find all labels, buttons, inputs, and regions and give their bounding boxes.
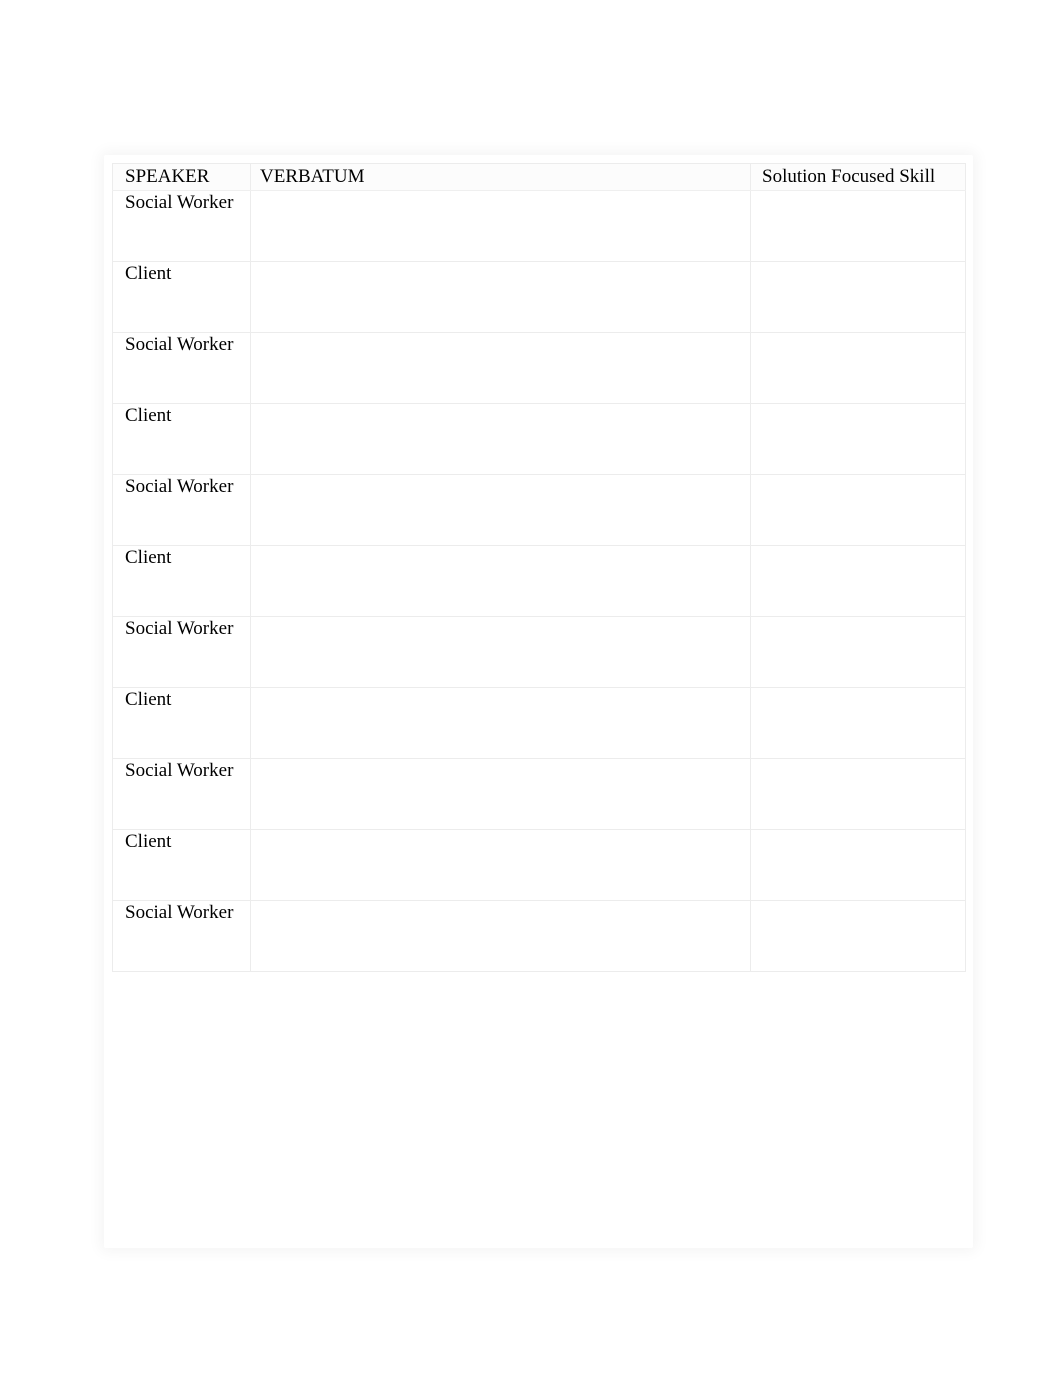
skill-text: [751, 191, 965, 209]
speaker-cell: Social Worker: [112, 900, 251, 972]
verbatum-cell[interactable]: [250, 616, 751, 688]
verbatum-text: [251, 617, 750, 635]
table-row: Social Worker: [112, 190, 966, 262]
verbatum-text: [251, 262, 750, 280]
skill-text: [751, 333, 965, 351]
verbatum-text: [251, 830, 750, 848]
column-header-verbatum: VERBATUM: [250, 163, 751, 191]
speaker-cell: Client: [112, 261, 251, 333]
column-header-verbatum-label: VERBATUM: [260, 166, 365, 187]
skill-text: [751, 759, 965, 777]
speaker-label: Client: [125, 547, 172, 568]
table-header-row: SPEAKER VERBATUM Solution Focused Skill: [112, 163, 966, 191]
speaker-label: Social Worker: [125, 902, 234, 923]
verbatum-cell[interactable]: [250, 545, 751, 617]
verbatum-cell[interactable]: [250, 474, 751, 546]
speaker-cell: Client: [112, 403, 251, 475]
column-header-speaker: SPEAKER: [112, 163, 251, 191]
skill-text: [751, 546, 965, 564]
table-row: Client: [112, 687, 966, 759]
skill-text: [751, 262, 965, 280]
verbatum-text: [251, 475, 750, 493]
speaker-label: Social Worker: [125, 760, 234, 781]
speaker-cell: Client: [112, 545, 251, 617]
verbatum-text: [251, 546, 750, 564]
skill-cell[interactable]: [750, 545, 966, 617]
speaker-label: Client: [125, 689, 172, 710]
skill-cell[interactable]: [750, 829, 966, 901]
speaker-cell: Social Worker: [112, 332, 251, 404]
skill-cell[interactable]: [750, 687, 966, 759]
verbatum-text: [251, 688, 750, 706]
table-body: Social Worker Client Social Worker Client So…: [112, 190, 966, 972]
speaker-label: Social Worker: [125, 618, 234, 639]
skill-text: [751, 830, 965, 848]
verbatum-text: [251, 191, 750, 209]
speaker-label: Social Worker: [125, 334, 234, 355]
skill-text: [751, 688, 965, 706]
verbatum-text: [251, 404, 750, 422]
speaker-label: Social Worker: [125, 476, 234, 497]
skill-cell[interactable]: [750, 332, 966, 404]
verbatum-cell[interactable]: [250, 829, 751, 901]
speaker-cell: Social Worker: [112, 190, 251, 262]
speaker-cell: Client: [112, 687, 251, 759]
skill-cell[interactable]: [750, 474, 966, 546]
table-row: Social Worker: [112, 616, 966, 688]
verbatum-text: [251, 333, 750, 351]
skill-text: [751, 901, 965, 919]
table-row: Client: [112, 829, 966, 901]
verbatum-cell[interactable]: [250, 403, 751, 475]
document-page: SPEAKER VERBATUM Solution Focused Skill …: [0, 0, 1062, 1376]
skill-text: [751, 617, 965, 635]
table-row: Client: [112, 403, 966, 475]
speaker-cell: Social Worker: [112, 474, 251, 546]
speaker-label: Client: [125, 263, 172, 284]
skill-cell[interactable]: [750, 190, 966, 262]
table-row: Social Worker: [112, 758, 966, 830]
speaker-label: Client: [125, 831, 172, 852]
table-row: Social Worker: [112, 900, 966, 972]
skill-cell[interactable]: [750, 616, 966, 688]
verbatum-text: [251, 901, 750, 919]
table-row: Client: [112, 545, 966, 617]
column-header-skill: Solution Focused Skill: [750, 163, 966, 191]
table-row: Social Worker: [112, 474, 966, 546]
skill-text: [751, 404, 965, 422]
column-header-skill-label: Solution Focused Skill: [762, 166, 936, 187]
speaker-cell: Social Worker: [112, 616, 251, 688]
skill-cell[interactable]: [750, 900, 966, 972]
skill-text: [751, 475, 965, 493]
column-header-speaker-label: SPEAKER: [125, 166, 210, 187]
verbatum-cell[interactable]: [250, 758, 751, 830]
skill-cell[interactable]: [750, 261, 966, 333]
speaker-label: Client: [125, 405, 172, 426]
speaker-cell: Social Worker: [112, 758, 251, 830]
table-row: Social Worker: [112, 332, 966, 404]
table-header: SPEAKER VERBATUM Solution Focused Skill: [112, 163, 966, 191]
solution-focused-transcript-table: SPEAKER VERBATUM Solution Focused Skill …: [112, 163, 966, 972]
speaker-label: Social Worker: [125, 192, 234, 213]
verbatum-cell[interactable]: [250, 687, 751, 759]
verbatum-cell[interactable]: [250, 261, 751, 333]
verbatum-cell[interactable]: [250, 900, 751, 972]
verbatum-cell[interactable]: [250, 190, 751, 262]
verbatum-text: [251, 759, 750, 777]
table-row: Client: [112, 261, 966, 333]
speaker-cell: Client: [112, 829, 251, 901]
skill-cell[interactable]: [750, 403, 966, 475]
verbatum-cell[interactable]: [250, 332, 751, 404]
skill-cell[interactable]: [750, 758, 966, 830]
